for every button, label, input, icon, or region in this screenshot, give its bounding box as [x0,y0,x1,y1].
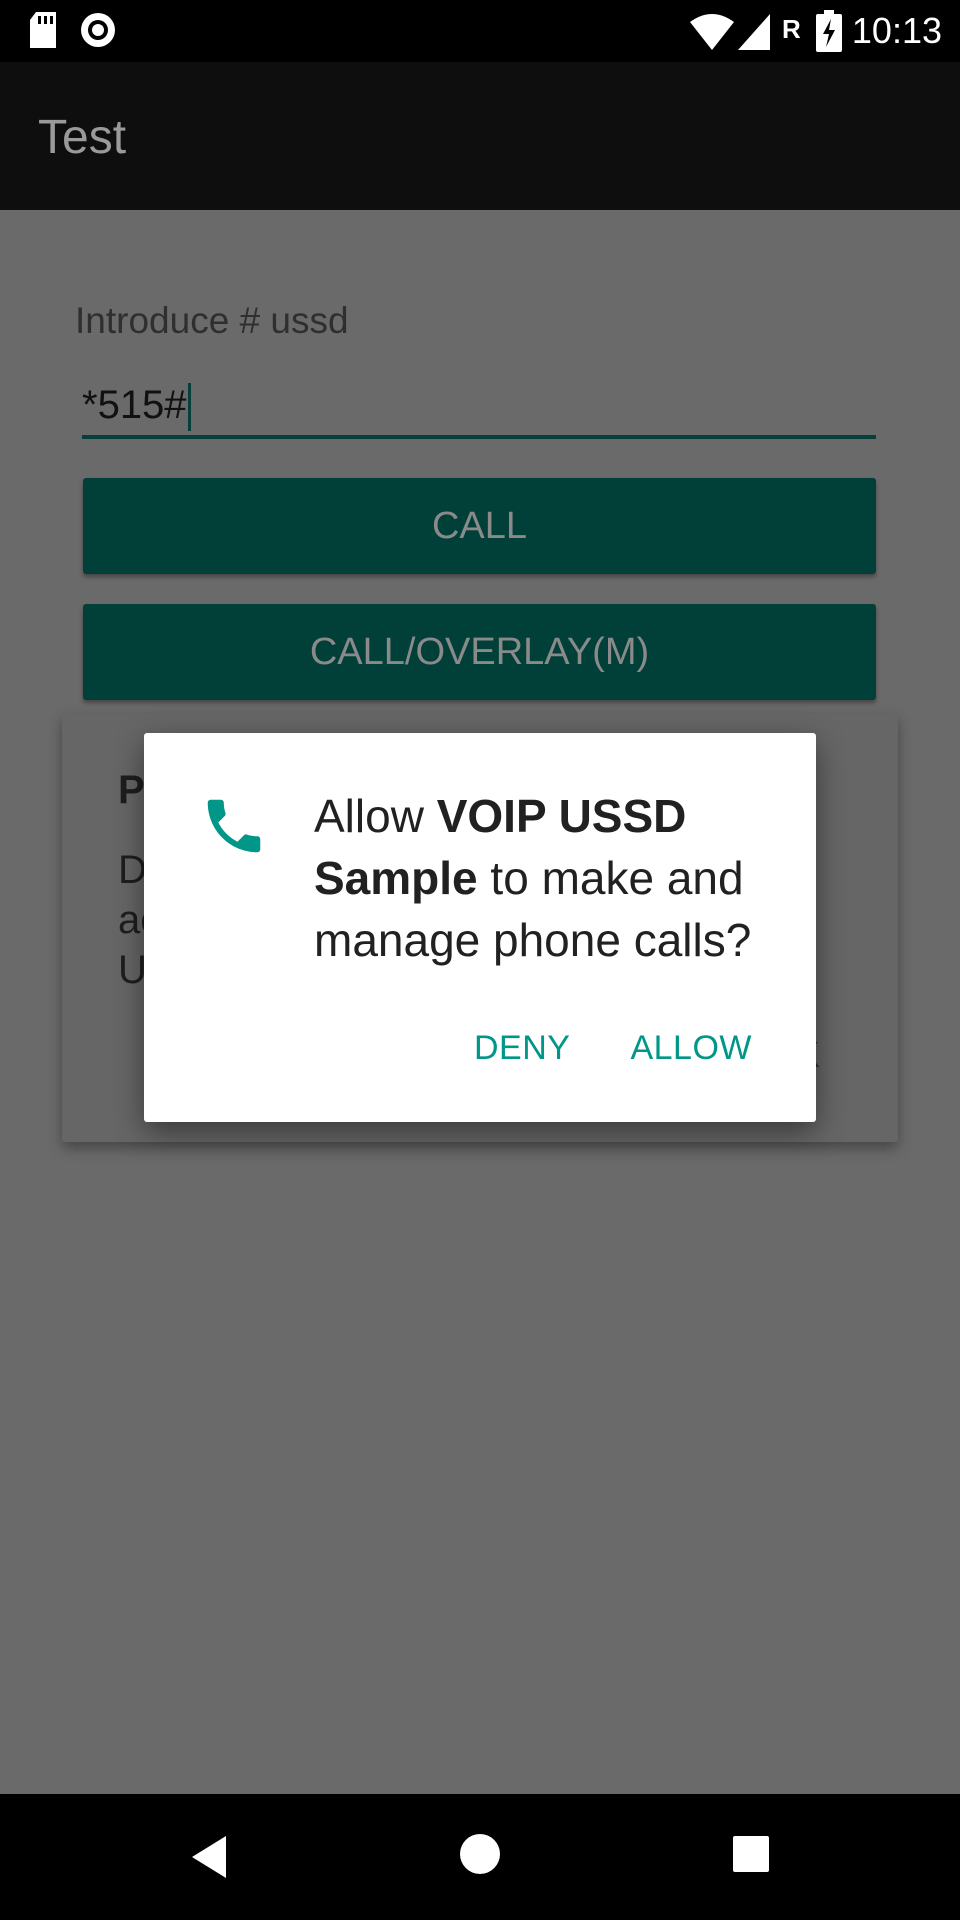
ussd-input[interactable]: *515# [82,375,876,439]
permission-message: Allow VOIP USSD Sample to make and manage… [314,785,784,971]
roaming-icon: R [782,14,801,44]
background-dialog-text-line: U [118,948,147,992]
permission-app-name: VOIP USSD [436,790,687,842]
background-dialog-text-line: D [118,848,147,892]
battery-charging-icon [816,10,842,57]
permission-actions: DENY ALLOW [474,1029,752,1068]
signal-icon [738,14,770,55]
recents-icon[interactable] [731,1834,771,1879]
navigation-bar [0,1794,960,1920]
permission-dialog: Allow VOIP USSD Sample to make and manage… [144,733,816,1122]
home-icon[interactable] [458,1832,502,1881]
app-bar: Test [0,62,960,210]
record-icon [80,12,116,53]
ussd-label: Introduce # ussd [75,300,349,341]
sd-card-icon [28,12,58,55]
deny-button[interactable]: DENY [474,1029,570,1068]
text-cursor [187,383,191,432]
call-overlay-button[interactable]: CALL/OVERLAY(M) [83,604,876,700]
status-bar: R 10:13 [0,0,960,62]
background-dialog-title: P [118,768,145,812]
call-button[interactable]: CALL [83,478,876,574]
permission-text-prefix: Allow [314,790,437,842]
clock: 10:13 [851,10,942,51]
phone-icon [199,788,269,864]
app-title: Test [38,111,127,164]
ussd-input-value: *515# [82,383,187,427]
back-icon[interactable] [190,1834,230,1885]
permission-app-name-part2: Sample [314,852,478,904]
allow-button[interactable]: ALLOW [630,1029,752,1068]
wifi-icon [690,14,734,55]
